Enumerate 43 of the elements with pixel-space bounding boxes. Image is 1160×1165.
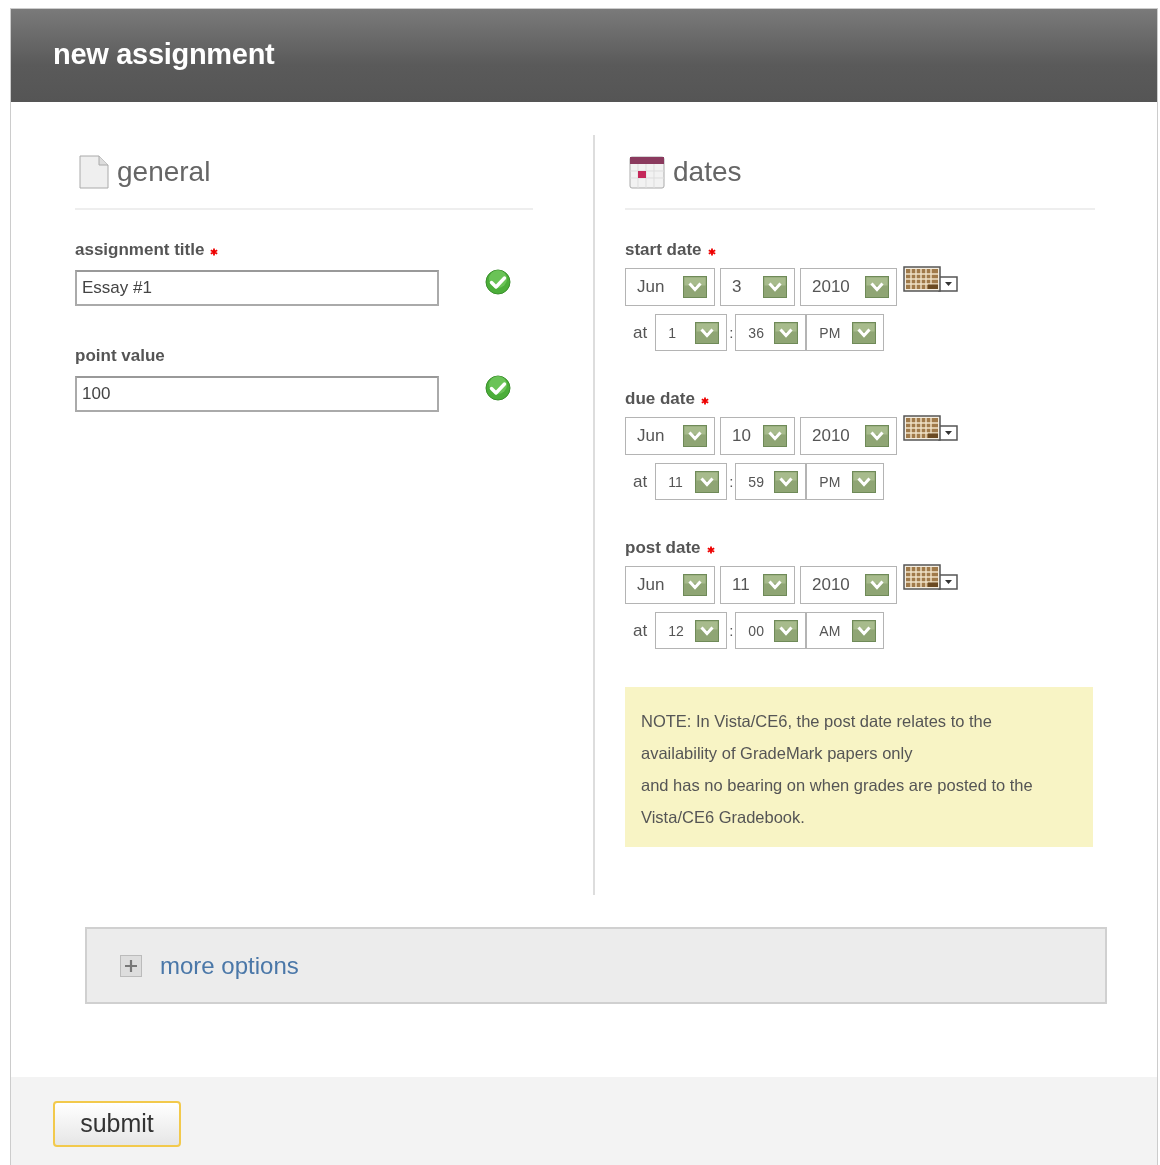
field-label: assignment title [75,240,219,260]
text-input[interactable]: Essay #1 [75,270,439,306]
calendar-picker-icon[interactable] [903,415,959,443]
dropdown[interactable]: 1 [655,314,728,351]
field-label: post date [625,538,715,558]
dropdown[interactable]: 2010 [800,417,897,455]
calendar-picker-icon[interactable] [903,564,959,592]
time-separator: : [729,473,734,490]
calendar-picker-icon[interactable] [903,266,959,294]
page-title: new assignment [53,38,275,71]
expand-icon[interactable] [120,954,142,977]
dropdown[interactable]: 00 [735,612,807,649]
time-separator: : [729,324,734,341]
field-label: start date [625,240,716,260]
dropdown[interactable]: 12 [655,612,728,649]
time-separator: : [729,622,734,639]
at-label: at [633,471,648,492]
text-input[interactable]: 100 [75,376,439,412]
dropdown[interactable]: 59 [735,463,807,500]
dropdown[interactable]: PM [806,463,885,500]
field-label: due date [625,389,709,409]
dropdown[interactable]: 10 [720,417,795,455]
note-box: NOTE: In Vista/CE6, the post date relates to the availability of GradeMark papers only and has no bearing on when grades are posted to the Vista/CE6 Gradebook. [625,687,1093,847]
section-heading: dates [673,155,742,188]
dropdown[interactable]: Jun [625,566,715,604]
field-label: point value [75,346,165,366]
dropdown[interactable]: 36 [735,314,807,351]
document-icon [79,154,109,189]
dropdown[interactable]: Jun [625,268,715,306]
dropdown[interactable]: 11 [720,566,795,604]
more-options-link[interactable]: more options [160,951,299,980]
dropdown[interactable]: 11 [655,463,728,500]
dropdown[interactable]: 2010 [800,566,897,604]
at-label: at [633,322,648,343]
submit-button[interactable]: submit [53,1100,181,1147]
calendar-icon [629,154,665,189]
section-heading: general [117,155,211,188]
dropdown[interactable]: 2010 [800,268,897,306]
dropdown[interactable]: AM [806,612,885,649]
dropdown[interactable]: PM [806,314,885,351]
at-label: at [633,620,648,641]
dropdown[interactable]: Jun [625,417,715,455]
dropdown[interactable]: 3 [720,268,795,306]
